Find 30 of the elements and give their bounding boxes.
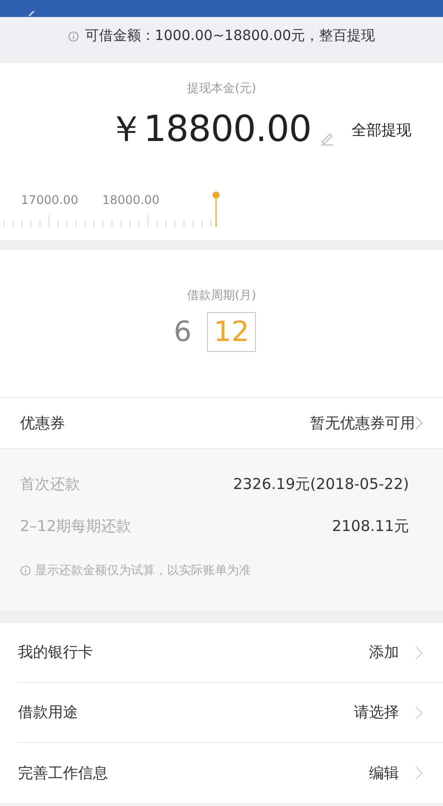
repayment-label: 2–12期每期还款: [20, 516, 132, 537]
settings-label: 借款用途: [18, 702, 78, 724]
ruler-label: 18000.00: [102, 192, 160, 209]
chevron-icon: [415, 646, 423, 660]
notice-text: 可借金额：1000.00~18800.00元，整百提现: [84, 26, 376, 46]
chevron-icon: [415, 766, 423, 780]
repayment-label: 首次还款: [20, 474, 80, 495]
repayment-value: 2108.11元: [332, 516, 409, 537]
repayment-value: 2326.19元(2018-05-22): [233, 474, 409, 495]
withdraw-all-button[interactable]: 全部提现: [351, 118, 412, 142]
ruler-label: 17000.00: [21, 192, 78, 209]
info-icon: [68, 30, 79, 42]
settings-value: 请选择: [354, 702, 399, 724]
chevron-icon: [415, 706, 423, 720]
period-label: 借款周期(月): [186, 288, 256, 302]
info-icon: [20, 564, 31, 576]
settings-label: 完善工作信息: [18, 762, 108, 784]
settings-row[interactable]: 完善工作信息 编辑: [18, 743, 443, 803]
coupon-label: 优惠券: [20, 412, 65, 434]
settings-row[interactable]: 我的银行卡 添加: [18, 623, 443, 683]
settings-row[interactable]: 借款用途 请选择: [18, 683, 443, 743]
settings-value: 编辑: [369, 762, 399, 784]
repayment-note: 显示还款金额仅为试算，以实际账单为准: [35, 562, 251, 579]
period-option[interactable]: 6: [166, 312, 199, 352]
settings-value: 添加: [369, 642, 399, 664]
amount-label: 提现本金(元): [186, 81, 256, 95]
settings-label: 我的银行卡: [18, 642, 93, 664]
chevron-icon: [415, 416, 423, 430]
amount-value: ￥18800.00: [108, 108, 312, 152]
coupon-link[interactable]: 暂无优惠券可用: [310, 412, 423, 434]
